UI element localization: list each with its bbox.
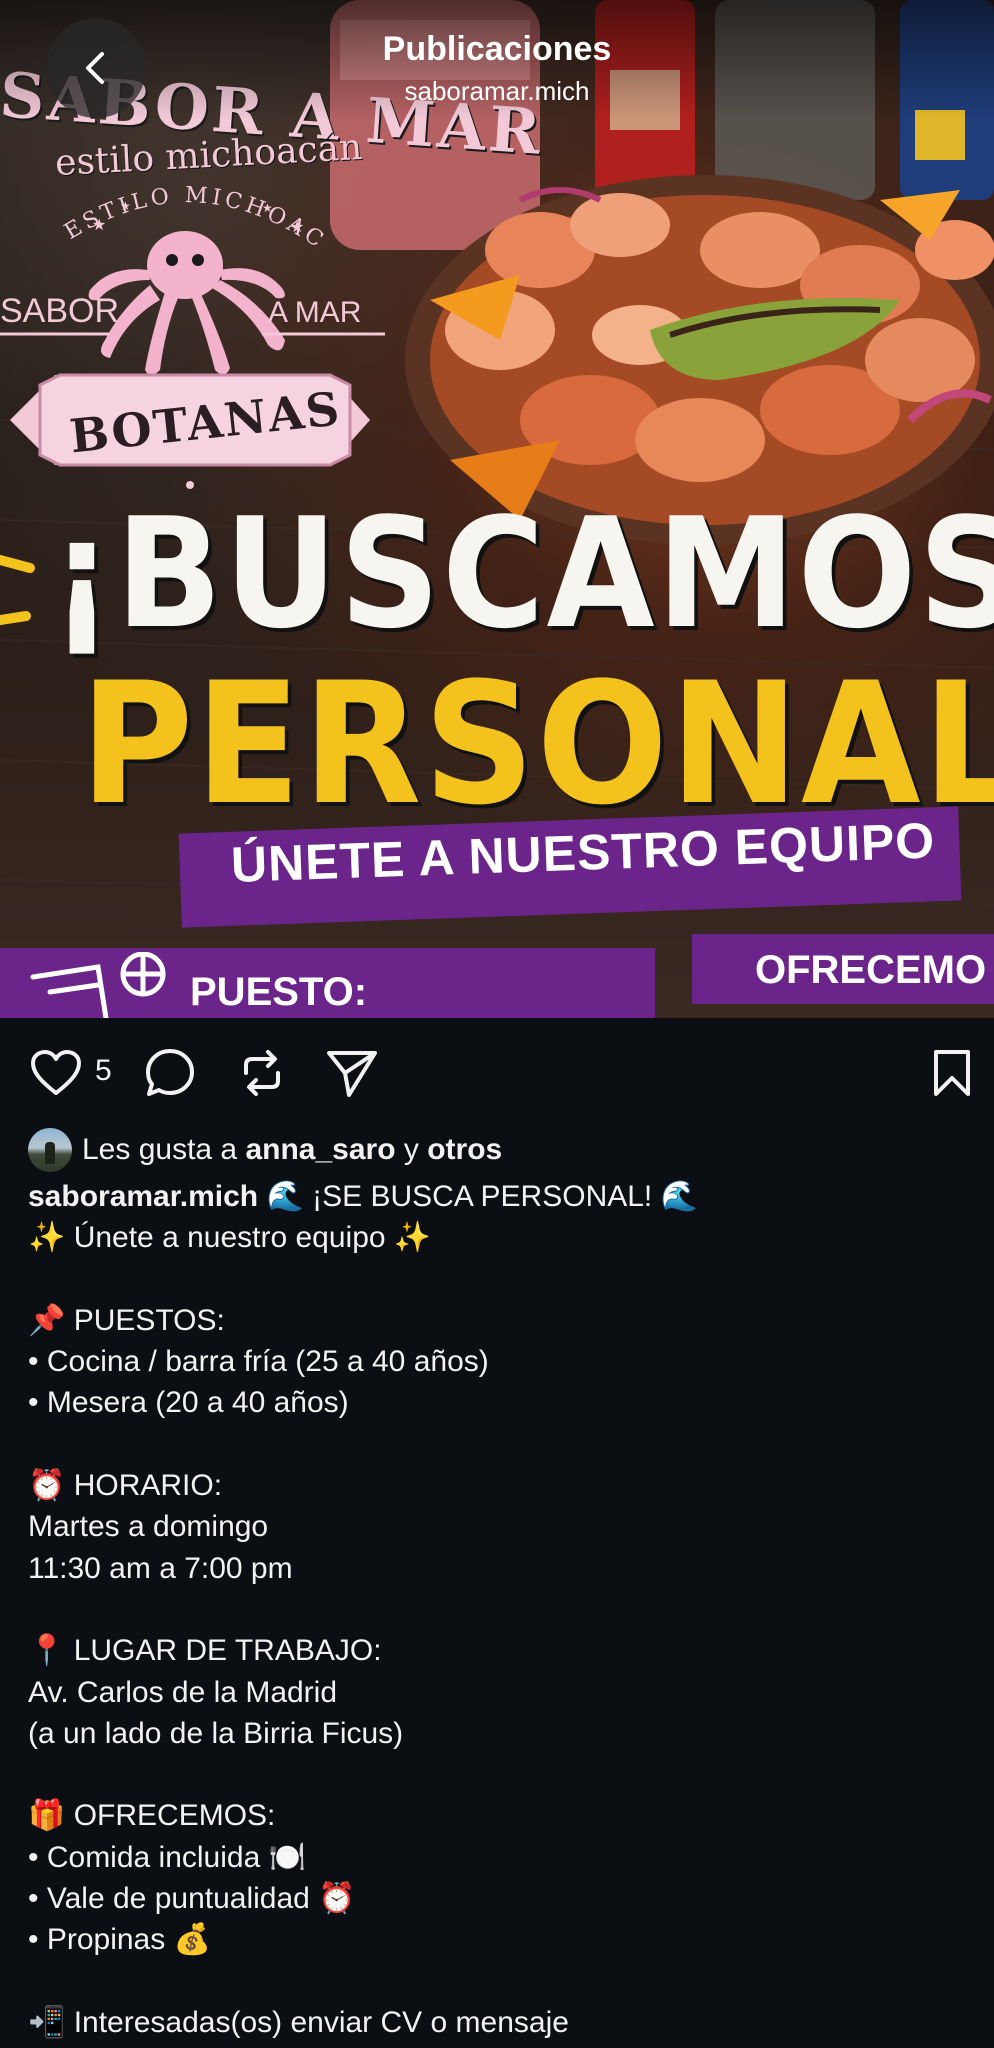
svg-text:★: ★: [92, 217, 106, 234]
svg-text:★: ★: [262, 201, 273, 215]
likes-summary[interactable]: Les gusta a anna_saro y otros: [28, 1128, 502, 1172]
repost-icon[interactable]: [234, 1045, 290, 1101]
svg-text:★: ★: [290, 219, 304, 236]
puesto-label: PUESTO:: [190, 970, 368, 1014]
caption-line: Av. Carlos de la Madrid: [28, 1675, 338, 1709]
caption-line: 📍 LUGAR DE TRABAJO:: [28, 1634, 382, 1668]
caption-line: • Cocina / barra fría (25 a 40 años): [28, 1345, 489, 1379]
caption-line: Martes a domingo: [28, 1510, 269, 1544]
caption-line: 🎁 OFRECEMOS:: [28, 1799, 276, 1833]
ofrecemos-label: OFRECEMO: [755, 948, 987, 992]
caption-line: 📌 PUESTOS:: [28, 1303, 225, 1337]
page-subtitle-username[interactable]: saboramar.mich: [0, 76, 994, 107]
logo-right-text: A MAR: [268, 296, 361, 329]
caption-line: (a un lado de la Birria Ficus): [28, 1716, 404, 1750]
caption-first-line: saboramar.mich 🌊 ¡SE BUSCA PERSONAL! 🌊: [28, 1176, 978, 1217]
heart-icon[interactable]: [28, 1045, 84, 1101]
caption-line: [28, 1259, 978, 1300]
caption-line: [28, 1754, 978, 1795]
caption-username[interactable]: saboramar.mich: [28, 1180, 258, 1213]
caption-line: • Propinas 💰: [28, 1923, 211, 1957]
caption-line: 11:30 am a 7:00 pm: [28, 1551, 293, 1585]
caption-line: [28, 1424, 978, 1465]
page-title: Publicaciones: [382, 30, 612, 68]
caption-line: ✨ Únete a nuestro equipo ✨: [28, 1221, 432, 1255]
headline-buscamos: ¡BUSCAMOS: [50, 485, 994, 662]
likes-text: Les gusta a anna_saro y otros: [82, 1133, 503, 1166]
drink-icon: [30, 952, 166, 1018]
caption-line: • Mesera (20 a 40 años): [28, 1386, 349, 1420]
send-icon[interactable]: [324, 1045, 380, 1101]
avatar[interactable]: [28, 1128, 72, 1172]
caption-line: ⏰ HORARIO:: [28, 1469, 223, 1503]
likers-others-link[interactable]: otros: [427, 1133, 502, 1166]
like-count[interactable]: 5: [95, 1054, 112, 1088]
liker-username[interactable]: anna_saro: [245, 1133, 395, 1166]
octopus-logo: ESTILO MICHOACÁN ★ ★ ★ ★ SABOR A MAR BOT…: [0, 170, 385, 489]
caption-body: ✨ Únete a nuestro equipo ✨ 📌 PUESTOS: • Co…: [28, 1217, 978, 2043]
headline-personal: PERSONAL: [80, 646, 994, 842]
caption-line: • Comida incluida 🍽️: [28, 1840, 306, 1874]
caption-line: 📲 Interesadas(os) enviar CV o mensaje: [28, 2005, 569, 2039]
caption-line: • Vale de puntualidad ⏰: [28, 1882, 356, 1916]
caption-line: [28, 1961, 978, 2002]
caption-headline: 🌊 ¡SE BUSCA PERSONAL! 🌊: [266, 1180, 698, 1213]
bookmark-icon[interactable]: [924, 1045, 980, 1101]
svg-text:★: ★: [120, 199, 131, 213]
comment-icon[interactable]: [142, 1045, 198, 1101]
caption-line: [28, 1589, 978, 1630]
post-image[interactable]: SABOR A MAR estilo michoacán ESTILO MICH…: [0, 0, 994, 1018]
logo-left-text: SABOR: [0, 292, 119, 330]
post-caption: saboramar.mich 🌊 ¡SE BUSCA PERSONAL! 🌊 ✨…: [28, 1176, 978, 2043]
